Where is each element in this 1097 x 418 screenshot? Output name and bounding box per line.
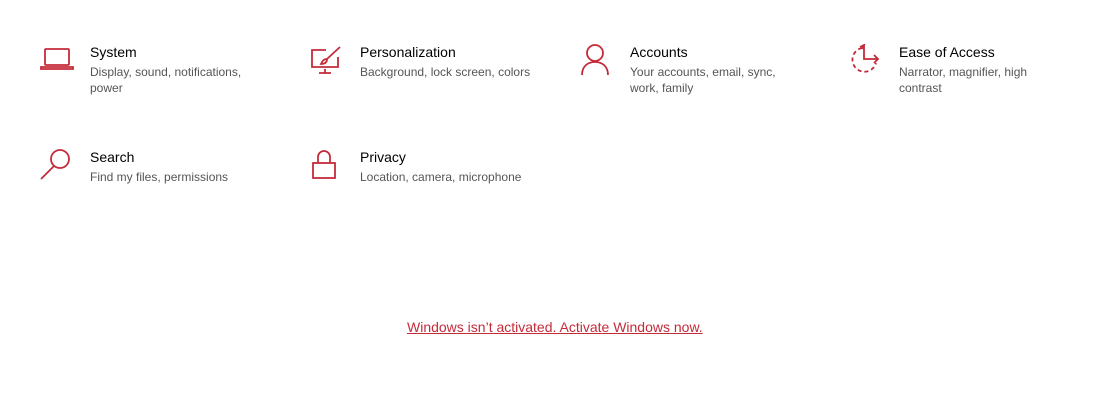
tile-title: Accounts: [630, 44, 688, 60]
tile-system[interactable]: System Display, sound, notifications, po…: [40, 44, 241, 96]
laptop-icon: [40, 44, 74, 78]
tile-description: Background, lock screen, colors: [360, 65, 531, 79]
tile-personalization[interactable]: Personalization Background, lock screen,…: [310, 44, 530, 80]
tile-description: Display, sound, notifications, power: [90, 65, 242, 95]
tile-accounts[interactable]: Accounts Your accounts, email, sync, wor…: [580, 44, 776, 96]
tile-description: Your accounts, email, sync, work, family: [630, 65, 776, 95]
tile-description: Narrator, magnifier, high contrast: [899, 65, 1028, 95]
ease-of-access-icon: [849, 44, 883, 78]
tile-description: Find my files, permissions: [90, 170, 229, 184]
person-icon: [580, 44, 614, 78]
tile-title: Search: [90, 149, 135, 165]
tile-search[interactable]: Search Find my files, permissions: [40, 149, 228, 185]
paint-icon: [310, 44, 344, 78]
search-icon: [40, 149, 74, 183]
tile-title: Personalization: [360, 44, 456, 60]
tile-description: Location, camera, microphone: [360, 170, 522, 184]
tile-ease-of-access[interactable]: Ease of Access Narrator, magnifier, high…: [849, 44, 1027, 96]
activate-windows-link[interactable]: Windows isn’t activated. Activate Window…: [407, 319, 703, 335]
tile-privacy[interactable]: Privacy Location, camera, microphone: [310, 149, 521, 185]
tile-title: Privacy: [360, 149, 406, 165]
lock-icon: [310, 149, 344, 183]
tile-title: System: [90, 44, 137, 60]
tile-title: Ease of Access: [899, 44, 995, 60]
